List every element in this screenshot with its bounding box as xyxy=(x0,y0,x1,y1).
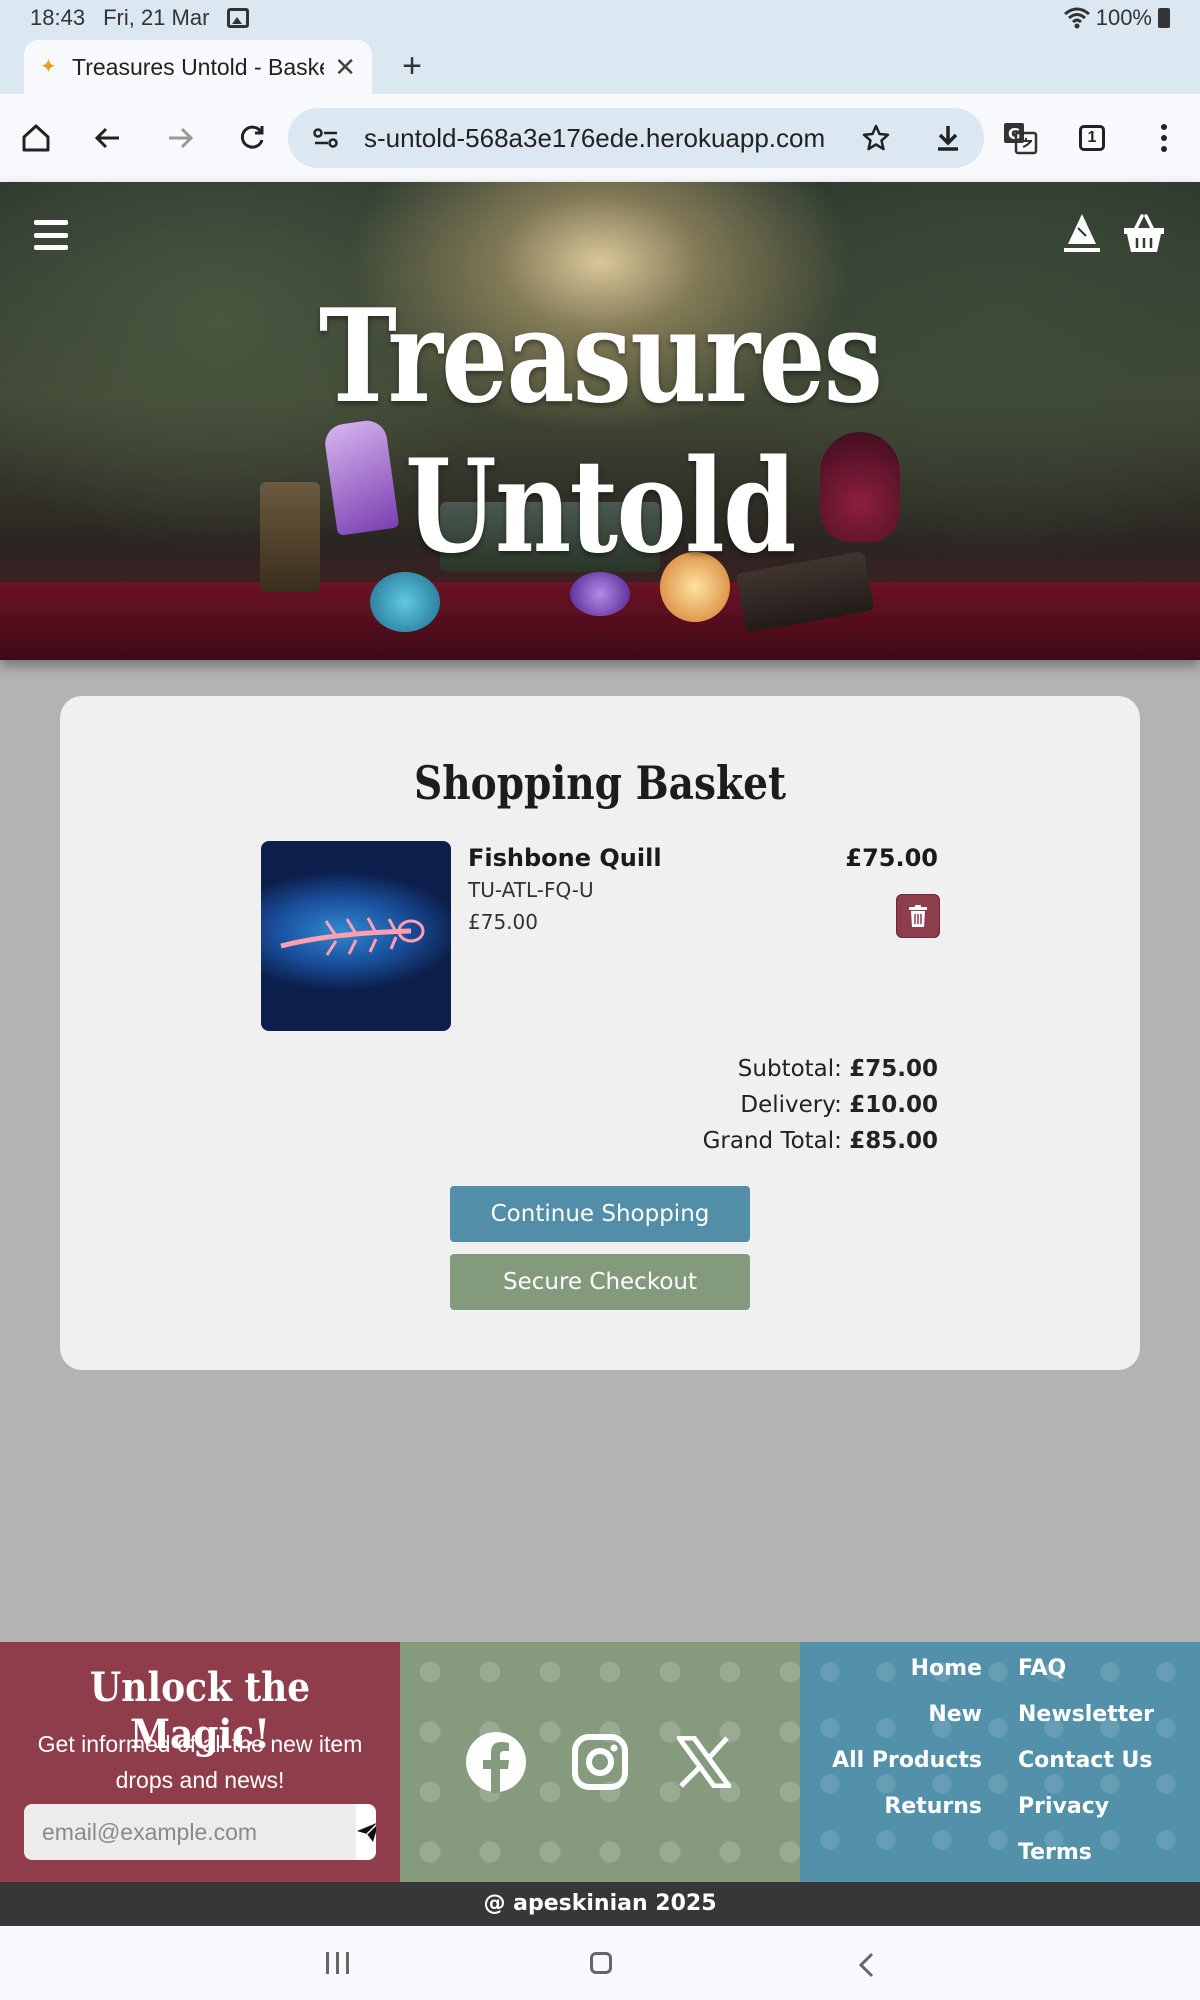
send-icon xyxy=(357,1823,376,1842)
item-line-total: £75.00 xyxy=(845,844,938,872)
newsletter-text: Get informed of all the new item drops a… xyxy=(37,1731,363,1793)
footer-link-newsletter[interactable]: Newsletter xyxy=(1018,1692,1198,1738)
email-input[interactable] xyxy=(24,1804,356,1860)
fishbone-quill-image xyxy=(280,917,425,956)
download-button[interactable] xyxy=(924,114,972,162)
favicon-icon: ✦ xyxy=(40,56,57,78)
facebook-link[interactable] xyxy=(464,1730,528,1794)
basket-icon[interactable] xyxy=(1122,212,1166,254)
subscribe-button[interactable] xyxy=(356,1804,376,1860)
grand-total-value: £85.00 xyxy=(849,1128,938,1154)
gallery-notification-icon xyxy=(227,8,250,28)
star-icon xyxy=(862,124,890,151)
item-name[interactable]: Fishbone Quill xyxy=(468,844,662,872)
footer-link-faq[interactable]: FAQ xyxy=(1018,1646,1198,1692)
wifi-icon xyxy=(1063,7,1090,29)
recent-apps-button[interactable] xyxy=(326,1952,349,1974)
hero-banner: Treasures Untold xyxy=(0,182,1200,660)
product-image[interactable] xyxy=(261,841,451,1031)
back-nav-icon[interactable] xyxy=(858,1952,874,1978)
bookmark-button[interactable] xyxy=(852,114,900,162)
site-title: Treasures Untold xyxy=(318,282,883,582)
subtotal-value: £75.00 xyxy=(849,1056,938,1082)
home-nav-button[interactable] xyxy=(590,1952,612,1974)
site-settings-icon xyxy=(313,128,338,148)
grand-total-label: Grand Total: xyxy=(702,1128,842,1154)
home-icon xyxy=(22,124,50,152)
tab-strip: ✦ Treasures Untold - Baske ✕ + xyxy=(0,36,1200,94)
footer-link-terms[interactable]: Terms xyxy=(1018,1830,1198,1876)
x-twitter-link[interactable] xyxy=(672,1730,736,1794)
delivery-label: Delivery: xyxy=(740,1092,842,1118)
download-icon xyxy=(938,126,958,151)
status-date: Fri, 21 Mar xyxy=(103,5,210,30)
remove-item-button[interactable] xyxy=(896,894,940,938)
footer-links-section: Home New All Products Returns FAQ Newsle… xyxy=(800,1642,1200,1882)
tab-title: Treasures Untold - Baske xyxy=(72,53,325,80)
back-arrow-icon xyxy=(94,127,119,149)
battery-percent: 100% xyxy=(1095,5,1152,30)
system-nav-bar xyxy=(0,1926,1200,2000)
subtotal-label: Subtotal: xyxy=(737,1056,842,1082)
x-icon xyxy=(677,1736,731,1788)
subtotal-row: Subtotal: £75.00 xyxy=(600,1056,938,1082)
instagram-link[interactable] xyxy=(568,1730,632,1794)
social-section xyxy=(400,1642,800,1882)
basket-card: Shopping Basket Fishbone Quill TU-ATL-FQ… xyxy=(60,696,1140,1370)
wizard-hat-icon[interactable] xyxy=(1062,212,1102,254)
home-button[interactable] xyxy=(12,114,60,162)
footer-link-privacy[interactable]: Privacy xyxy=(1018,1784,1198,1830)
footer-links-right: FAQ Newsletter Contact Us Privacy Terms xyxy=(1018,1646,1198,1876)
status-bar: 18:43 Fri, 21 Mar 100% xyxy=(0,0,1200,36)
secure-checkout-button[interactable]: Secure Checkout xyxy=(450,1254,750,1310)
translate-icon: G xyxy=(1004,123,1038,155)
new-tab-button[interactable]: + xyxy=(392,46,432,86)
item-sku: TU-ATL-FQ-U xyxy=(468,878,594,902)
item-price: £75.00 xyxy=(468,910,538,934)
instagram-icon xyxy=(572,1734,628,1790)
footer-link-new[interactable]: New xyxy=(800,1692,982,1738)
footer-link-contact[interactable]: Contact Us xyxy=(1018,1738,1198,1784)
battery-icon xyxy=(1158,8,1170,28)
grand-total-row: Grand Total: £85.00 xyxy=(600,1128,938,1154)
newsletter-form xyxy=(24,1804,376,1860)
trash-icon xyxy=(909,905,927,927)
facebook-icon xyxy=(466,1732,526,1793)
delivery-row: Delivery: £10.00 xyxy=(600,1092,938,1118)
forward-arrow-icon xyxy=(169,127,194,149)
forward-button[interactable] xyxy=(156,114,204,162)
translate-button[interactable]: G xyxy=(996,114,1044,162)
status-time: 18:43 xyxy=(30,5,86,30)
browser-menu-button[interactable] xyxy=(1140,114,1188,162)
reload-icon xyxy=(240,125,264,149)
footer-link-all-products[interactable]: All Products xyxy=(800,1738,982,1784)
address-bar[interactable]: s-untold-568a3e176ede.herokuapp.com xyxy=(288,108,984,168)
continue-shopping-button[interactable]: Continue Shopping xyxy=(450,1186,750,1242)
menu-button[interactable] xyxy=(34,220,68,250)
more-vert-icon xyxy=(1161,124,1167,152)
footer-link-returns[interactable]: Returns xyxy=(800,1784,982,1830)
browser-toolbar: s-untold-568a3e176ede.herokuapp.com G 1 xyxy=(0,94,1200,182)
site-settings-button[interactable] xyxy=(302,114,350,162)
basket-heading: Shopping Basket xyxy=(413,756,787,810)
site-footer: Unlock the Magic! Get informed of all th… xyxy=(0,1642,1200,1882)
footer-link-home[interactable]: Home xyxy=(800,1646,982,1692)
tab-switcher-button[interactable]: 1 xyxy=(1068,114,1116,162)
reload-button[interactable] xyxy=(228,114,276,162)
browser-tab[interactable]: ✦ Treasures Untold - Baske ✕ xyxy=(24,40,372,94)
footer-links-left: Home New All Products Returns xyxy=(800,1646,982,1830)
newsletter-section: Unlock the Magic! Get informed of all th… xyxy=(0,1642,400,1882)
url-text: s-untold-568a3e176ede.herokuapp.com xyxy=(364,123,826,153)
back-button[interactable] xyxy=(84,114,132,162)
tab-count: 1 xyxy=(1079,125,1105,151)
copyright-bar: @ apeskinian 2025 xyxy=(0,1882,1200,1926)
close-tab-icon[interactable]: ✕ xyxy=(334,52,356,83)
delivery-value: £10.00 xyxy=(849,1092,938,1118)
